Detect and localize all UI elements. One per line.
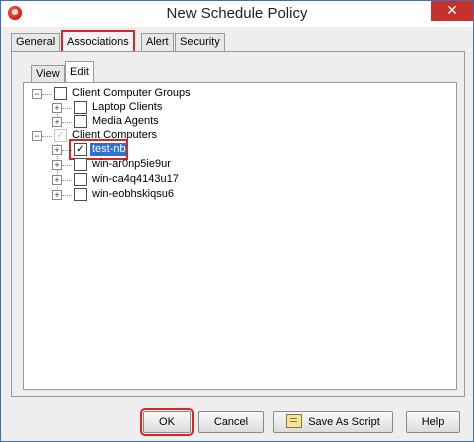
close-button[interactable]: ✕ bbox=[431, 1, 473, 21]
computer-checkbox[interactable] bbox=[74, 158, 87, 171]
save-as-script-label: Save As Script bbox=[308, 416, 380, 428]
subtab-view[interactable]: View bbox=[31, 65, 65, 83]
laptop-clients-checkbox[interactable] bbox=[74, 101, 87, 114]
tree-connector bbox=[62, 165, 72, 166]
expand-toggle-icon[interactable]: + bbox=[52, 145, 62, 155]
dialog-window: New Schedule Policy ✕ General Associatio… bbox=[0, 0, 474, 442]
tree-connector bbox=[42, 94, 52, 95]
collapse-toggle-icon[interactable]: − bbox=[32, 131, 42, 141]
media-agents-checkbox[interactable] bbox=[74, 115, 87, 128]
subtab-edit[interactable]: Edit bbox=[65, 61, 94, 83]
tab-alert[interactable]: Alert bbox=[141, 33, 174, 51]
computers-checkbox[interactable]: ✓ bbox=[54, 129, 67, 142]
ok-button[interactable]: OK bbox=[140, 408, 194, 436]
tree-connector bbox=[62, 180, 72, 181]
dialog-title: New Schedule Policy bbox=[166, 5, 308, 22]
highlight-box bbox=[69, 139, 128, 160]
edit-panel: − Client Computer Groups + Laptop Client… bbox=[23, 82, 457, 390]
tab-associations[interactable]: Associations bbox=[61, 30, 135, 53]
collapse-toggle-icon[interactable]: − bbox=[32, 89, 42, 99]
tree-node-label: win-eobhskiqsu6 bbox=[92, 188, 174, 200]
tree-connector bbox=[42, 136, 52, 137]
help-button[interactable]: Help bbox=[406, 411, 460, 433]
computer-checkbox[interactable] bbox=[74, 173, 87, 186]
expand-toggle-icon[interactable]: + bbox=[52, 175, 62, 185]
expand-toggle-icon[interactable]: + bbox=[52, 117, 62, 127]
tree-connector bbox=[62, 108, 72, 109]
tree-node-label: Client Computer Groups bbox=[72, 87, 191, 99]
computer-checkbox[interactable] bbox=[74, 188, 87, 201]
tree-connector bbox=[62, 122, 72, 123]
tab-security[interactable]: Security bbox=[175, 33, 225, 51]
tab-general[interactable]: General bbox=[11, 33, 61, 51]
tree-node-label: win-ca4q4143u17 bbox=[92, 173, 179, 185]
tree-node-label: win-ar0np5ie9ur bbox=[92, 158, 171, 170]
expand-toggle-icon[interactable]: + bbox=[52, 103, 62, 113]
tree-connector bbox=[62, 195, 72, 196]
cancel-button[interactable]: Cancel bbox=[198, 411, 264, 433]
expand-toggle-icon[interactable]: + bbox=[52, 160, 62, 170]
tree-node-label: Laptop Clients bbox=[92, 101, 163, 113]
tree-node-label: Media Agents bbox=[92, 115, 159, 127]
script-icon bbox=[286, 414, 303, 429]
expand-toggle-icon[interactable]: + bbox=[52, 190, 62, 200]
title-bar[interactable]: New Schedule Policy ✕ bbox=[1, 1, 473, 27]
save-as-script-button[interactable]: Save As Script bbox=[273, 411, 393, 433]
group-checkbox[interactable] bbox=[54, 87, 67, 100]
